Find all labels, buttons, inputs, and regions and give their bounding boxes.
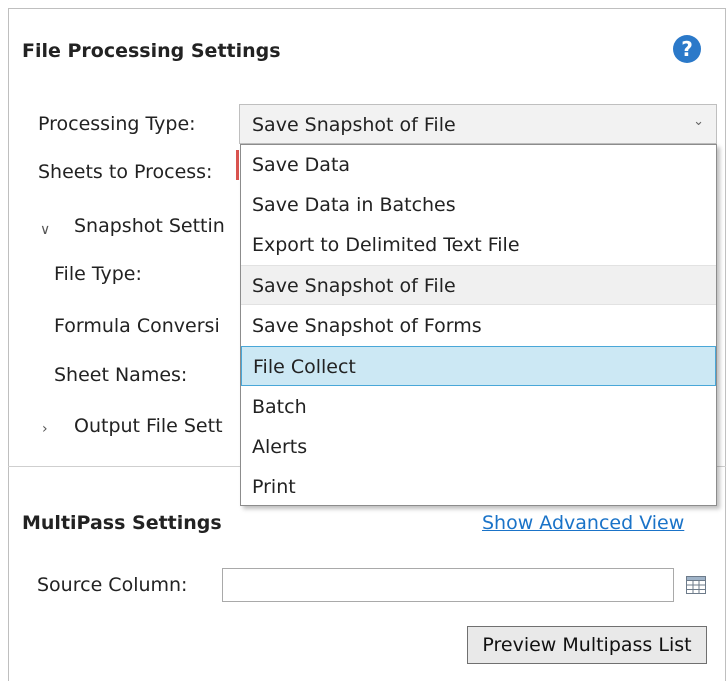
option-save-snapshot-of-forms[interactable]: Save Snapshot of Forms [241,306,716,346]
snapshot-settings-toggle[interactable]: ∨ [40,219,50,238]
sheets-to-process-label: Sheets to Process: [38,161,213,183]
processing-type-value: Save Snapshot of File [252,114,456,136]
option-export-delimited[interactable]: Export to Delimited Text File [241,225,716,265]
source-column-input[interactable] [222,568,674,602]
show-advanced-view-link[interactable]: Show Advanced View [482,512,684,534]
snapshot-settings-label: Snapshot Settin [74,215,225,237]
chevron-right-icon: › [42,421,48,437]
chevron-down-icon: ⌄ [693,114,704,129]
option-save-snapshot-of-file[interactable]: Save Snapshot of File [241,265,716,305]
multipass-title: MultiPass Settings [22,512,222,534]
preview-multipass-button[interactable]: Preview Multipass List [467,626,707,664]
processing-type-dropdown: Save Data Save Data in Batches Export to… [240,144,717,506]
file-processing-title: File Processing Settings [22,40,281,62]
output-settings-label: Output File Sett [74,415,223,437]
processing-type-label: Processing Type: [38,113,196,135]
processing-type-select[interactable]: Save Snapshot of File ⌄ [239,104,717,144]
file-type-label: File Type: [54,263,142,285]
help-icon[interactable]: ? [673,35,701,63]
option-file-collect[interactable]: File Collect [241,346,716,386]
option-alerts[interactable]: Alerts [241,427,716,467]
option-print[interactable]: Print [241,467,716,507]
option-save-data[interactable]: Save Data [241,145,716,185]
option-batch[interactable]: Batch [241,387,716,427]
source-column-label: Source Column: [37,574,188,596]
output-settings-toggle[interactable]: › [42,418,48,437]
column-picker-icon[interactable] [686,576,706,594]
option-save-data-in-batches[interactable]: Save Data in Batches [241,185,716,225]
formula-conversion-label: Formula Conversi [54,315,220,337]
sheet-names-label: Sheet Names: [54,364,188,386]
required-marker [236,150,239,180]
chevron-down-icon: ∨ [40,222,51,238]
